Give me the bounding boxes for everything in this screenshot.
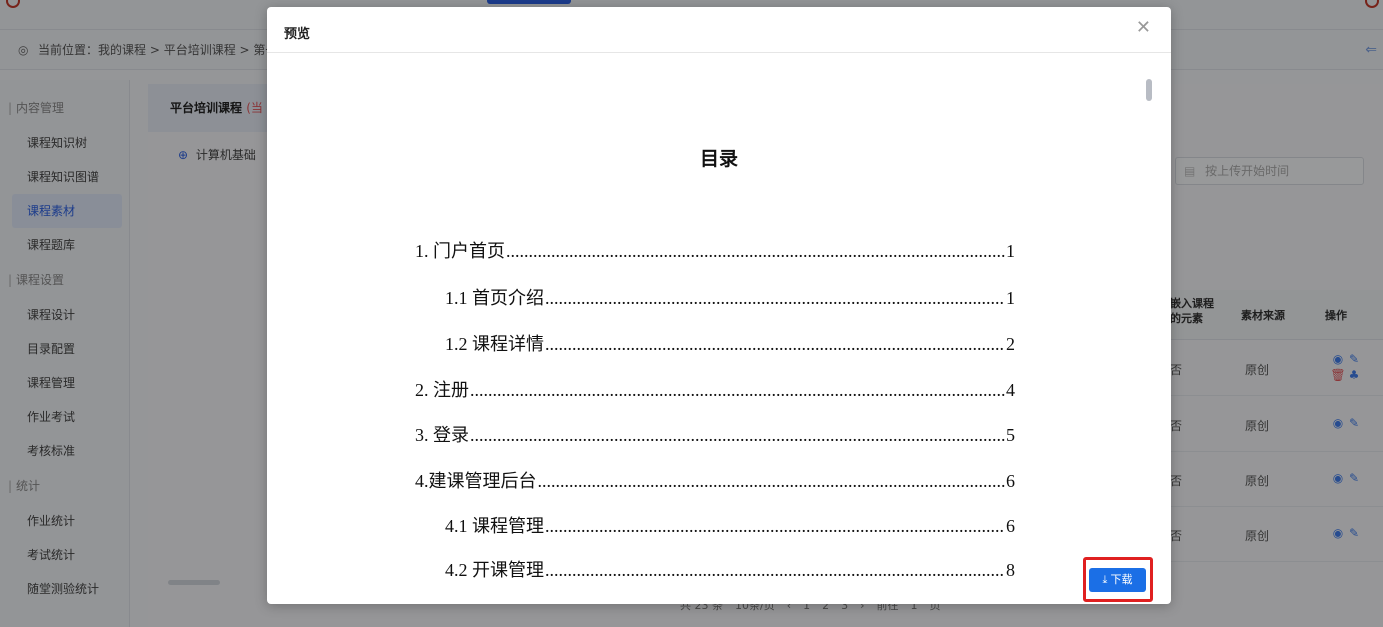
- toc-entry-text: 3. 登录: [415, 425, 469, 445]
- preview-dialog: 预览 ✕ 目录 1. 门户首页 1 1.1 首页介绍 1 1.2 课程详情 2 2. …: [267, 7, 1171, 604]
- document-scrollbar[interactable]: [1146, 79, 1152, 101]
- toc-entry-text: 1.2 课程详情: [445, 334, 544, 354]
- toc-entry: 4.2 开课管理 8: [445, 556, 1015, 580]
- toc-entry-page: 6: [1006, 516, 1015, 536]
- toc-leader: [538, 471, 1006, 492]
- toc-leader: [545, 560, 1005, 581]
- toc-entry: 2. 注册 4: [415, 376, 1015, 400]
- toc-leader: [545, 288, 1005, 309]
- toc-entry: 1. 门户首页 1: [415, 237, 1015, 261]
- toc-entry-text: 1. 门户首页: [415, 241, 505, 261]
- toc-entry: 4.1 课程管理 6: [445, 512, 1015, 536]
- toc-entry-text: 2. 注册: [415, 380, 469, 400]
- toc-entry-page: 4: [1006, 380, 1015, 400]
- toc-leader: [470, 380, 1005, 401]
- toc-entry: 1.1 首页介绍 1: [445, 284, 1015, 308]
- toc-leader: [545, 516, 1005, 537]
- toc-entry: 3. 登录 5: [415, 421, 1015, 445]
- toc-leader: [545, 334, 1005, 355]
- toc-entry-page: 1: [1006, 288, 1015, 308]
- download-button[interactable]: ⤓ 下载: [1089, 568, 1146, 592]
- toc-entry-page: 5: [1006, 425, 1015, 445]
- toc-entry-text: 4.建课管理后台: [415, 471, 537, 491]
- toc-entry-page: 8: [1006, 560, 1015, 580]
- toc-heading: 目录: [699, 148, 738, 170]
- toc-entry-page: 2: [1006, 334, 1015, 354]
- toc-leader: [470, 425, 1005, 446]
- document-viewer[interactable]: 目录 1. 门户首页 1 1.1 首页介绍 1 1.2 课程详情 2 2. 注册 4 3…: [267, 54, 1171, 604]
- toc-leader: [506, 241, 1005, 262]
- toc-entry-text: 4.1 课程管理: [445, 516, 544, 536]
- dialog-title: 预览: [284, 27, 311, 42]
- toc-entry-text: 4.2 开课管理: [445, 560, 544, 580]
- close-icon[interactable]: ✕: [1136, 19, 1151, 37]
- toc-entry: 4.建课管理后台 6: [415, 467, 1015, 491]
- toc-entry-page: 1: [1006, 241, 1015, 261]
- toc-entry: 1.2 课程详情 2: [445, 330, 1015, 354]
- dialog-header: 预览 ✕: [267, 7, 1171, 53]
- toc-entry-page: 6: [1006, 471, 1015, 491]
- toc-entry-text: 1.1 首页介绍: [445, 288, 544, 308]
